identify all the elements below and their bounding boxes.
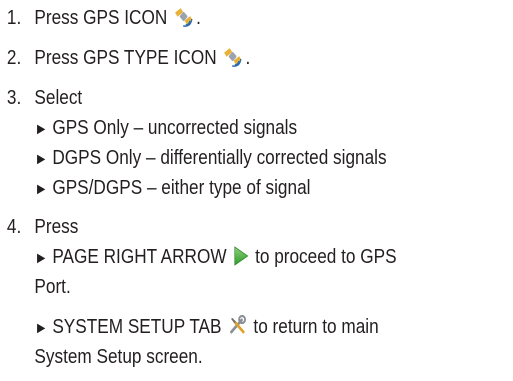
instruction-list: 1. Press GPS ICON . 2. Press GPS TYPE IC… — [0, 0, 513, 381]
step-text: Press GPS ICON — [34, 7, 168, 29]
green-right-arrow-icon — [233, 245, 249, 275]
bullet-arrow-icon: ► — [34, 181, 49, 198]
step-number: 4. — [6, 216, 22, 238]
bullet-arrow-icon: ► — [34, 121, 49, 138]
step-number: 3. — [6, 87, 22, 109]
step-text: Select — [34, 87, 83, 109]
satellite-icon — [223, 46, 244, 76]
bullet-arrow-icon: ► — [34, 320, 49, 337]
step-number: 2. — [6, 47, 22, 69]
step-text: Press — [34, 216, 79, 238]
satellite-icon — [174, 6, 195, 36]
step-text: Press GPS TYPE ICON — [34, 47, 217, 69]
bullet-arrow-icon: ► — [34, 250, 49, 267]
bullet-arrow-icon: ► — [34, 151, 49, 168]
wrench-screwdriver-icon — [228, 314, 247, 345]
step-number: 1. — [6, 7, 22, 29]
